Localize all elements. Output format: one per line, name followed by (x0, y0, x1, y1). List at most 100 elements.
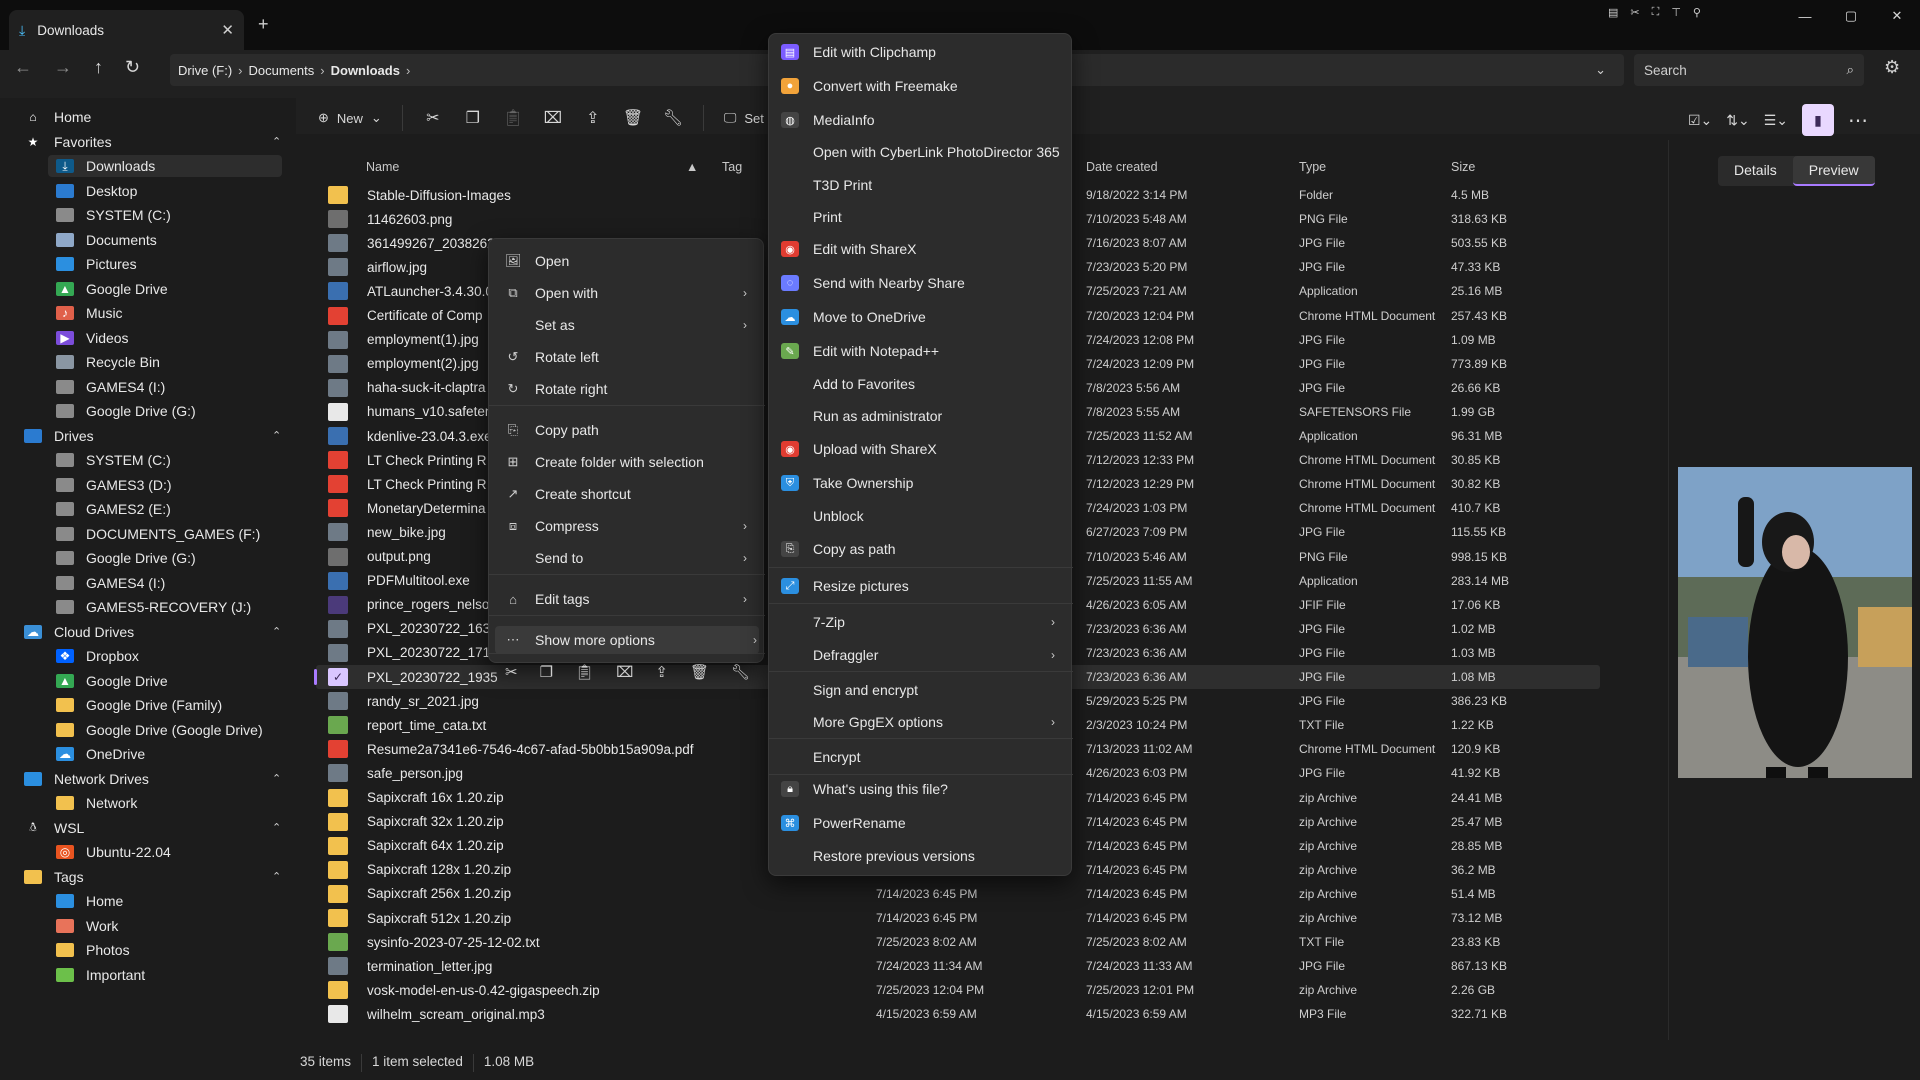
copy-icon[interactable]: ❐ (540, 663, 553, 681)
menu-item-more-gpgex-options[interactable]: More GpgEX options › (781, 708, 1061, 736)
pin-icon[interactable]: ⚲ (1693, 6, 1701, 19)
up-button[interactable]: ↑ (94, 57, 103, 78)
menu-item-print[interactable]: Print (781, 203, 1061, 231)
forward-button[interactable]: → (54, 57, 72, 78)
menu-item-create-folder-with-selection[interactable]: ⊞ Create folder with selection (505, 448, 749, 476)
sidebar-cloud-3[interactable]: Google Drive (Google Drive) (48, 719, 298, 741)
cut-icon[interactable]: ✂ (505, 663, 518, 681)
column-header-name[interactable]: Name (366, 160, 399, 180)
preview-pane-toggle-icon[interactable]: ▮ (1802, 104, 1835, 136)
sidebar-item-downloads-0[interactable]: ⤓ Downloads (48, 155, 282, 177)
sidebar-drive-5[interactable]: GAMES4 (I:) (48, 572, 298, 594)
menu-item-add-to-favorites[interactable]: Add to Favorites (781, 370, 1061, 398)
paste-icon[interactable]: 📋︎ (575, 663, 594, 681)
menu-item-take-ownership[interactable]: ⛨ Take Ownership (781, 469, 1061, 497)
shrink-icon[interactable]: ✂ (1630, 6, 1639, 19)
paste-icon[interactable]: 📋︎ (503, 108, 523, 128)
new-tab-button[interactable]: + (258, 14, 269, 35)
menu-item-run-as-administrator[interactable]: Run as administrator (781, 402, 1061, 430)
cut-icon[interactable]: ✂ (423, 108, 443, 128)
menu-item-move-to-onedrive[interactable]: ☁ Move to OneDrive (781, 303, 1061, 331)
sidebar-item-recycle-bin-8[interactable]: Recycle Bin (48, 351, 298, 373)
menu-item-7-zip[interactable]: 7-Zip › (781, 608, 1061, 636)
chevron-up-icon[interactable]: ⌃ (272, 772, 281, 785)
menu-item-open-with[interactable]: ⧉ Open with › (505, 279, 749, 307)
minimize-button[interactable]: — (1782, 9, 1828, 24)
file-row[interactable]: Sapixcraft 256x 1.20.zip 7/14/2023 6:45 P… (316, 882, 1600, 906)
menu-item-encrypt[interactable]: Encrypt (781, 743, 1061, 771)
sidebar-tag-3[interactable]: Important (48, 964, 298, 986)
menu-item-copy-as-path[interactable]: ⎘ Copy as path (781, 535, 1061, 563)
select-icon[interactable]: ☑⌄ (1688, 112, 1712, 129)
sidebar-drive-4[interactable]: Google Drive (G:) (48, 547, 298, 569)
rename-icon[interactable]: ⌧ (543, 108, 563, 128)
menu-item-sign-and-encrypt[interactable]: Sign and encrypt (781, 676, 1061, 704)
sidebar-section-favorites[interactable]: ★ Favorites (16, 131, 266, 153)
sidebar-tag-0[interactable]: Home (48, 890, 298, 912)
sidebar-drive-1[interactable]: GAMES3 (D:) (48, 474, 298, 496)
menu-item-rotate-right[interactable]: ↻ Rotate right (505, 375, 749, 403)
sidebar-cloud-0[interactable]: ❖ Dropbox (48, 645, 298, 667)
file-row[interactable]: sysinfo-2023-07-25-12-02.txt 7/25/2023 8:… (316, 930, 1600, 954)
menu-item-send-with-nearby-share[interactable]: ◌ Send with Nearby Share (781, 269, 1061, 297)
sidebar-section-cloud[interactable]: ☁ Cloud Drives (16, 621, 266, 643)
menu-item-convert-with-freemake[interactable]: ● Convert with Freemake (781, 72, 1061, 100)
sidebar-item-games4-i-9[interactable]: GAMES4 (I:) (48, 376, 298, 398)
menu-item-rotate-left[interactable]: ↺ Rotate left (505, 343, 749, 371)
breadcrumb-downloads[interactable]: Downloads (331, 63, 400, 78)
sidebar-wsl-0[interactable]: ◎ Ubuntu-22.04 (48, 841, 298, 863)
breadcrumb-drive[interactable]: Drive (F:) (178, 63, 232, 78)
sidebar-tag-2[interactable]: Photos (48, 939, 298, 961)
sidebar-drive-6[interactable]: GAMES5-RECOVERY (J:) (48, 596, 298, 618)
sidebar-network-0[interactable]: Network (48, 792, 298, 814)
file-row[interactable]: vosk-model-en-us-0.42-gigaspeech.zip 7/25… (316, 978, 1600, 1002)
menu-item-resize-pictures[interactable]: ⤢ Resize pictures (781, 572, 1061, 600)
sidebar-item-desktop-1[interactable]: Desktop (48, 180, 298, 202)
menu-item-unblock[interactable]: Unblock (781, 502, 1061, 530)
menu-item-upload-with-sharex[interactable]: ◉ Upload with ShareX (781, 435, 1061, 463)
sidebar-drive-2[interactable]: GAMES2 (E:) (48, 498, 298, 520)
tab-preview[interactable]: Preview (1792, 156, 1875, 186)
menu-item-restore-previous-versions[interactable]: Restore previous versions (781, 842, 1061, 870)
sidebar-cloud-4[interactable]: ☁ OneDrive (48, 743, 298, 765)
menu-item-set-as[interactable]: Set as › (505, 311, 749, 339)
menu-item-edit-with-notepad[interactable]: ✎ Edit with Notepad++ (781, 337, 1061, 365)
layout-icon[interactable]: ▤ (1608, 6, 1618, 19)
share-icon[interactable]: ⇪ (583, 108, 603, 128)
sidebar-drive-3[interactable]: DOCUMENTS_GAMES (F:) (48, 523, 298, 545)
back-button[interactable]: ← (14, 57, 32, 78)
rename-icon[interactable]: ⌧ (616, 663, 633, 681)
chevron-up-icon[interactable]: ⌃ (272, 625, 281, 638)
menu-item-edit-with-sharex[interactable]: ◉ Edit with ShareX (781, 235, 1061, 263)
menu-item-compress[interactable]: ⧈ Compress › (505, 512, 749, 540)
sidebar-section-network[interactable]: Network Drives (16, 768, 266, 790)
menu-item-defraggler[interactable]: Defraggler › (781, 641, 1061, 669)
menu-item-mediainfo[interactable]: ◍ MediaInfo (781, 106, 1061, 134)
sidebar-item-google-drive-5[interactable]: ▲ Google Drive (48, 278, 298, 300)
sidebar-section-drives[interactable]: Drives (16, 425, 266, 447)
sidebar-section-wsl[interactable]: 🐧︎ WSL (16, 817, 266, 839)
chevron-down-icon[interactable]: ⌄ (1595, 62, 1606, 78)
menu-item-open-with-cyberlink-photodirector-365[interactable]: Open with CyberLink PhotoDirector 365 (781, 138, 1061, 166)
chevron-up-icon[interactable]: ⌃ (272, 821, 281, 834)
sort-icon[interactable]: ⇅⌄ (1726, 112, 1749, 129)
sidebar-item-google-drive-g-10[interactable]: Google Drive (G:) (48, 400, 298, 422)
tab-downloads[interactable]: ⤓ Downloads ✕ (9, 10, 244, 50)
column-header-date-created[interactable]: Date created (1086, 160, 1158, 180)
sidebar-item-videos-7[interactable]: ▶ Videos (48, 327, 298, 349)
refresh-button[interactable]: ↻ (125, 57, 140, 78)
menu-item-create-shortcut[interactable]: ↗ Create shortcut (505, 480, 749, 508)
properties-icon[interactable]: 🔧︎ (663, 108, 683, 128)
column-header-size[interactable]: Size (1451, 160, 1475, 180)
close-tab-button[interactable]: ✕ (221, 21, 234, 39)
sidebar-item-home[interactable]: ⌂ Home (16, 106, 266, 128)
menu-item-edit-tags[interactable]: ⌂ Edit tags › (505, 585, 749, 613)
chevron-up-icon[interactable]: ⌃ (272, 135, 281, 148)
sidebar-item-music-6[interactable]: ♪ Music (48, 302, 298, 324)
menu-item-open[interactable]: 🖼︎ Open (505, 247, 749, 275)
sidebar-cloud-2[interactable]: Google Drive (Family) (48, 694, 298, 716)
sidebar-drive-0[interactable]: SYSTEM (C:) (48, 449, 298, 471)
sidebar-item-system-c-2[interactable]: SYSTEM (C:) (48, 204, 298, 226)
delete-icon[interactable]: 🗑︎ (690, 663, 709, 681)
menu-item-what-s-using-this-file[interactable]: 🔒︎ What's using this file? (781, 775, 1061, 803)
